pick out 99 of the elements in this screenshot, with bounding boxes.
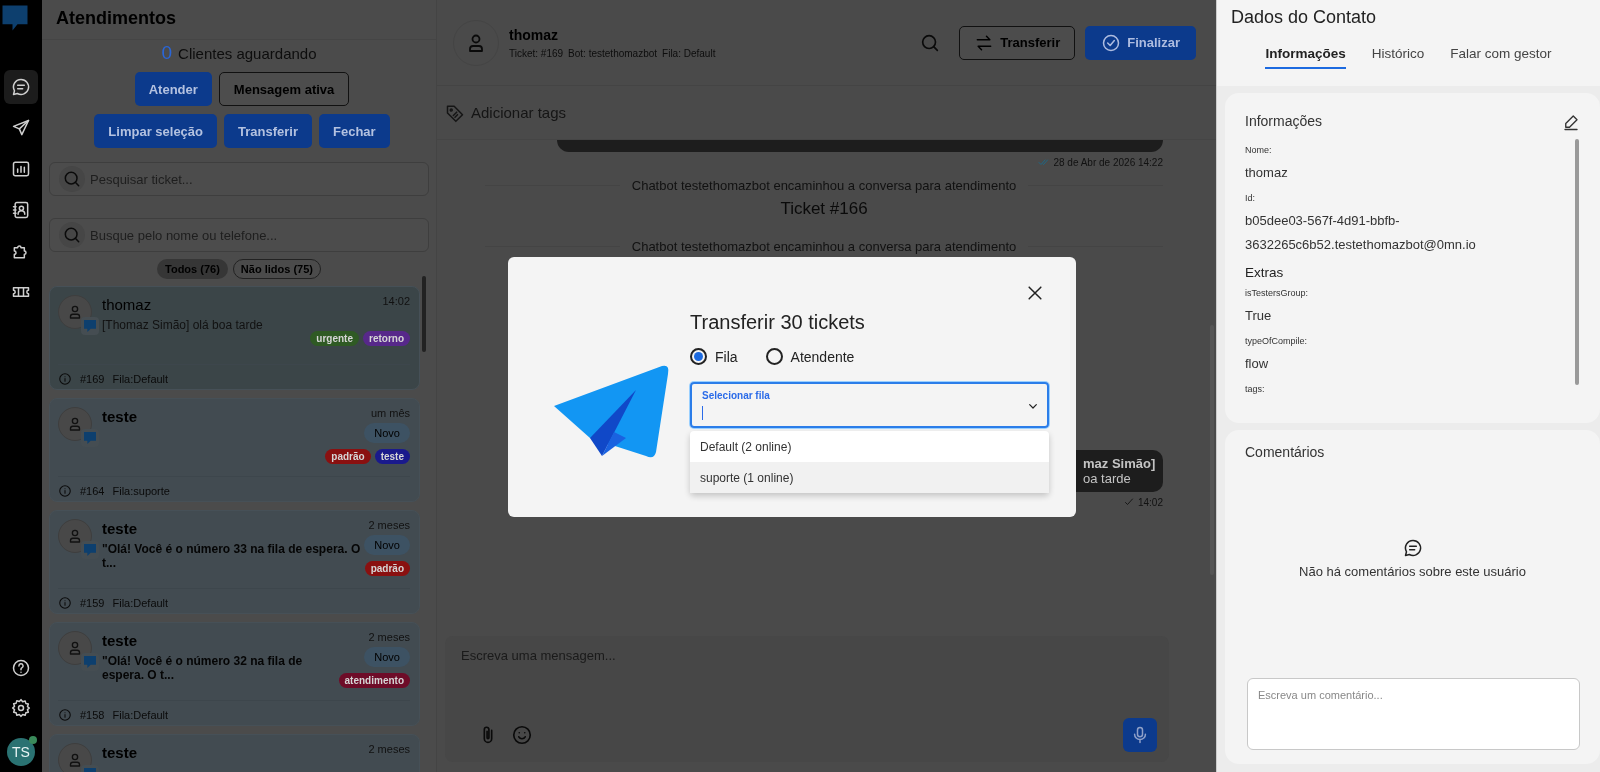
tag-label: padrão <box>364 561 410 576</box>
comment-icon <box>1402 538 1423 558</box>
system-message: Chatbot testethomazbot encaminhou a conversa para atendimento <box>631 239 1017 254</box>
tab[interactable]: Histórico <box>1371 46 1425 69</box>
empty-message: Não há comentários sobre este usuário <box>1299 564 1526 579</box>
ticket-time: 2 meses <box>368 743 410 755</box>
ticket-detail: Ticket: #169 <box>509 47 564 59</box>
message-text: maz Simão] <box>1083 456 1155 471</box>
tab[interactable]: Falar com gestor <box>1450 46 1552 69</box>
tab[interactable]: Informações <box>1265 46 1346 69</box>
settings-icon[interactable] <box>11 698 31 718</box>
ticket-separator: Ticket #166 <box>779 199 869 219</box>
radio-option[interactable]: Atendente <box>765 348 855 365</box>
field-value: True <box>1245 307 1273 325</box>
panel-title: Atendimentos <box>42 0 436 40</box>
chat-bubble-icon <box>81 541 99 559</box>
ticket-number: #169 <box>80 373 105 385</box>
ticket-number: #159 <box>80 597 105 609</box>
message-preview: "Olá! Você é o número 32 na fila de espera. O t... <box>102 654 304 682</box>
contact-name: teste <box>102 408 139 425</box>
queue-label: Fila:Default <box>112 373 169 385</box>
action-button[interactable]: Limpar seleção <box>94 114 217 148</box>
chat-bubble-icon <box>81 317 99 335</box>
chat-icon <box>11 77 31 97</box>
search-icon <box>62 169 82 189</box>
contact-name: thomaz <box>509 26 559 43</box>
action-button[interactable]: Transferir <box>224 114 312 148</box>
send-icon <box>11 118 31 138</box>
field-label: typeOfCompile: <box>1245 336 1309 346</box>
ticket-card[interactable]: teste "Olá! Você é o número 32 na fila de espera. O t... 2 meses Novo atendimento #158 Fila:Default <box>49 622 420 726</box>
ticket-detail: Fila: Default <box>662 47 716 59</box>
ticket-time: um mês <box>370 407 410 419</box>
tag-label: teste <box>374 449 410 464</box>
chart-icon <box>11 159 31 179</box>
message-text: oa tarde <box>1083 471 1132 486</box>
ticket-detail: Bot: testethomazbot <box>568 47 658 59</box>
radio-option[interactable]: Fila <box>690 348 738 365</box>
queue-label: Fila:Default <box>112 709 169 721</box>
contact-name: teste <box>102 744 139 761</box>
section-title: Extras <box>1245 265 1285 280</box>
ticket-number: #158 <box>80 709 105 721</box>
contact-name: thomaz <box>102 296 153 313</box>
tag-label: atendimento <box>338 673 410 688</box>
card-title: Informações <box>1245 113 1323 131</box>
field-value: b05dee03-567f-4d91-bbfb-3632265c6b52.testethomazbot@0mn.io <box>1245 212 1475 254</box>
ticket-card[interactable]: teste "Olá! Você é o número 33 na fila de espera. O t... 2 meses Novo padrão #159 Fila:Default <box>49 510 420 614</box>
waiting-count: 0 <box>161 42 173 64</box>
status-badge: Novo <box>364 423 410 443</box>
contact-name: teste <box>102 632 139 649</box>
dropdown-option[interactable]: Default (2 online) <box>690 431 1049 462</box>
field-label: Nome: <box>1245 145 1273 155</box>
scrollbar[interactable] <box>422 276 426 352</box>
panel-title: Dados do Contato <box>1231 7 1378 28</box>
search-icon <box>62 225 82 245</box>
info-icon <box>58 372 72 386</box>
contact-name: teste <box>102 520 139 537</box>
status-badge: Novo <box>364 647 410 667</box>
chat-bubble-icon <box>81 429 99 447</box>
ticket-time: 2 meses <box>368 519 410 531</box>
info-icon <box>58 708 72 722</box>
system-message: Chatbot testethomazbot encaminhou a conversa para atendimento <box>631 178 1017 193</box>
mic-button[interactable] <box>1123 718 1157 752</box>
text-cursor <box>702 406 703 420</box>
pencil-icon[interactable] <box>1562 113 1580 131</box>
tag-label: urgente <box>310 331 359 346</box>
dropdown-option[interactable]: suporte (1 online) <box>690 462 1049 493</box>
queue-label: Fila:Default <box>112 597 169 609</box>
select-label: Selecionar fila <box>702 390 771 401</box>
dialog-title: Transferir 30 tickets <box>690 311 866 334</box>
tag-label: padrão <box>325 449 371 464</box>
ticket-number: #164 <box>80 485 105 497</box>
info-icon <box>58 596 72 610</box>
chat-bubble-icon <box>81 653 99 671</box>
info-icon <box>58 484 72 498</box>
action-button[interactable]: Atender <box>134 72 212 106</box>
queue-label: Fila:suporte <box>112 485 170 497</box>
queue-select[interactable]: Selecionar fila <box>690 382 1049 428</box>
action-button[interactable]: Fechar <box>319 114 390 148</box>
card-title: Comentários <box>1245 444 1326 460</box>
help-icon[interactable] <box>11 658 31 678</box>
field-value: thomaz <box>1245 164 1289 182</box>
message-time: 14:02 <box>1137 496 1163 508</box>
ticket-card[interactable]: teste um mês Novo padrão teste #164 Fila:suporte <box>49 398 420 502</box>
tag-label: retorno <box>363 331 410 346</box>
field-value: flow <box>1245 355 1270 373</box>
check-circle-icon <box>1101 32 1122 53</box>
field-label: tags: <box>1245 384 1266 394</box>
user-avatar[interactable]: TS <box>7 738 35 766</box>
status-badge: Novo <box>364 535 410 555</box>
contacts-icon <box>11 200 31 220</box>
field-label: Id: <box>1245 193 1256 203</box>
comment-field[interactable]: Escreva um comentário... <box>1247 678 1580 750</box>
finish-button[interactable]: Finalizar <box>1085 25 1196 60</box>
ticket-time: 2 meses <box>368 631 410 643</box>
waiting-label: Clientes aguardando <box>178 45 317 62</box>
nav-item[interactable] <box>4 70 38 104</box>
scrollbar[interactable] <box>1575 139 1579 385</box>
message-preview: "Olá! Você é o número 33 na fila de espera. O t... <box>102 542 361 570</box>
field-label: isTestersGroup: <box>1245 288 1310 298</box>
